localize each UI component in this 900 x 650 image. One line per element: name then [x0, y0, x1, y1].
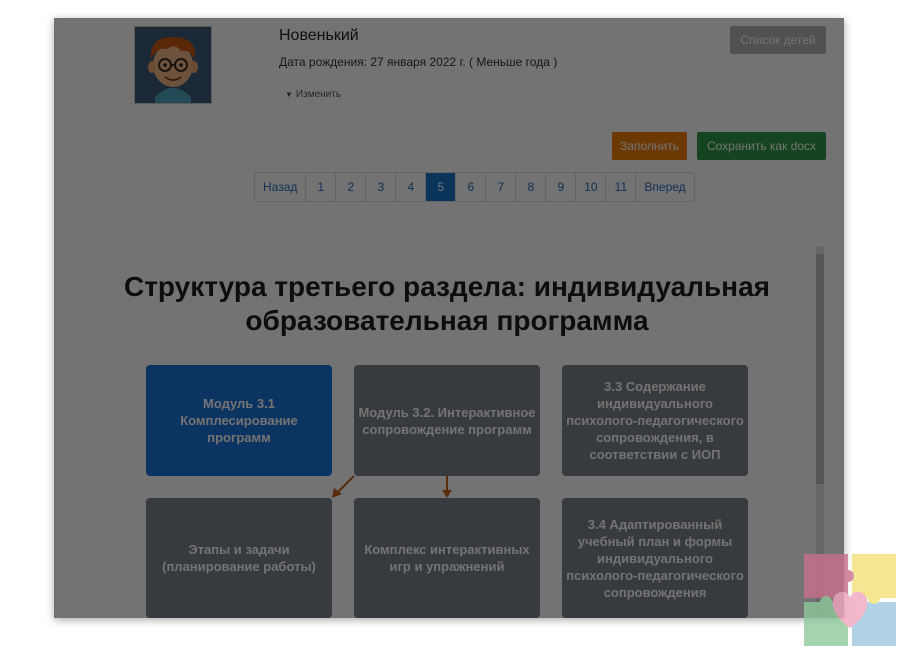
games-complex-text: Комплекс интерактивных игр и упражнений — [364, 542, 530, 574]
module-3-2-text: Модуль 3.2. Интерактивное сопровождение … — [358, 404, 536, 437]
slide-title-line-1: Структура третьего раздела: индивидуальн… — [123, 271, 770, 302]
page-1[interactable]: 1 — [306, 173, 337, 201]
pagination-prev[interactable]: Назад — [255, 173, 307, 201]
module-3-1-box: Модуль 3.1 Комплесирование программ — [146, 365, 332, 476]
pagination-next[interactable]: Вперед — [636, 173, 693, 201]
page-11[interactable]: 11 — [606, 173, 637, 201]
cartoon-boy-avatar-icon — [135, 27, 211, 103]
stages-box: Этапы и задачи (планирование работы) — [146, 498, 332, 618]
children-list-button[interactable]: Список детей — [730, 26, 826, 54]
module-3-1-text: Модуль 3.1 Комплесирование программ — [180, 396, 298, 445]
fill-button[interactable]: Заполнить — [612, 132, 687, 160]
arrow-down-left-icon — [332, 475, 355, 498]
page-5-active[interactable]: 5 — [426, 173, 457, 201]
page-7[interactable]: 7 — [486, 173, 517, 201]
games-complex-box: Комплекс интерактивных игр и упражнений — [354, 498, 540, 618]
page-8[interactable]: 8 — [516, 173, 547, 201]
birth-date-line: Дата рождения: 27 января 2022 г. ( Меньш… — [279, 55, 558, 69]
save-docx-button[interactable]: Сохранить как docx — [697, 132, 826, 160]
section-3-3-text: 3.3 Содержание индивидуального психолого… — [566, 379, 744, 462]
stages-text: Этапы и задачи (планирование работы) — [162, 542, 316, 574]
flow-arrows — [332, 475, 452, 498]
section-3-4-text: 3.4 Адаптированный учебный план и формы … — [566, 516, 744, 600]
page-9[interactable]: 9 — [546, 173, 577, 201]
child-avatar — [134, 26, 212, 104]
arrow-down-icon — [442, 476, 452, 498]
puzzle-heart-logo — [804, 554, 896, 646]
section-3-4-box: 3.4 Адаптированный учебный план и формы … — [562, 498, 748, 618]
module-3-2-box: Модуль 3.2. Интерактивное сопровождение … — [354, 365, 540, 476]
child-card-window: Новенький Дата рождения: 27 января 2022 … — [54, 18, 844, 618]
slide-view: Структура третьего раздела: индивидуальн… — [54, 240, 844, 618]
section-3-3-box: 3.3 Содержание индивидуального психолого… — [562, 365, 748, 476]
page-4[interactable]: 4 — [396, 173, 427, 201]
page-10[interactable]: 10 — [576, 173, 607, 201]
slide-title: Структура третьего раздела: индивидуальн… — [54, 270, 840, 338]
page-2[interactable]: 2 — [336, 173, 367, 201]
edit-link[interactable]: ▼ Изменить — [285, 89, 341, 100]
edit-label: Изменить — [295, 89, 342, 100]
page-3[interactable]: 3 — [366, 173, 397, 201]
caret-down-icon: ▼ — [285, 90, 293, 99]
child-name: Новенький — [279, 27, 359, 44]
pagination: Назад 1 2 3 4 5 6 7 8 9 10 11 Вперед — [254, 172, 695, 202]
slide-title-line-2: образовательная программа — [245, 305, 649, 336]
page-6[interactable]: 6 — [456, 173, 487, 201]
slide-scrollbar-thumb[interactable] — [816, 254, 824, 484]
